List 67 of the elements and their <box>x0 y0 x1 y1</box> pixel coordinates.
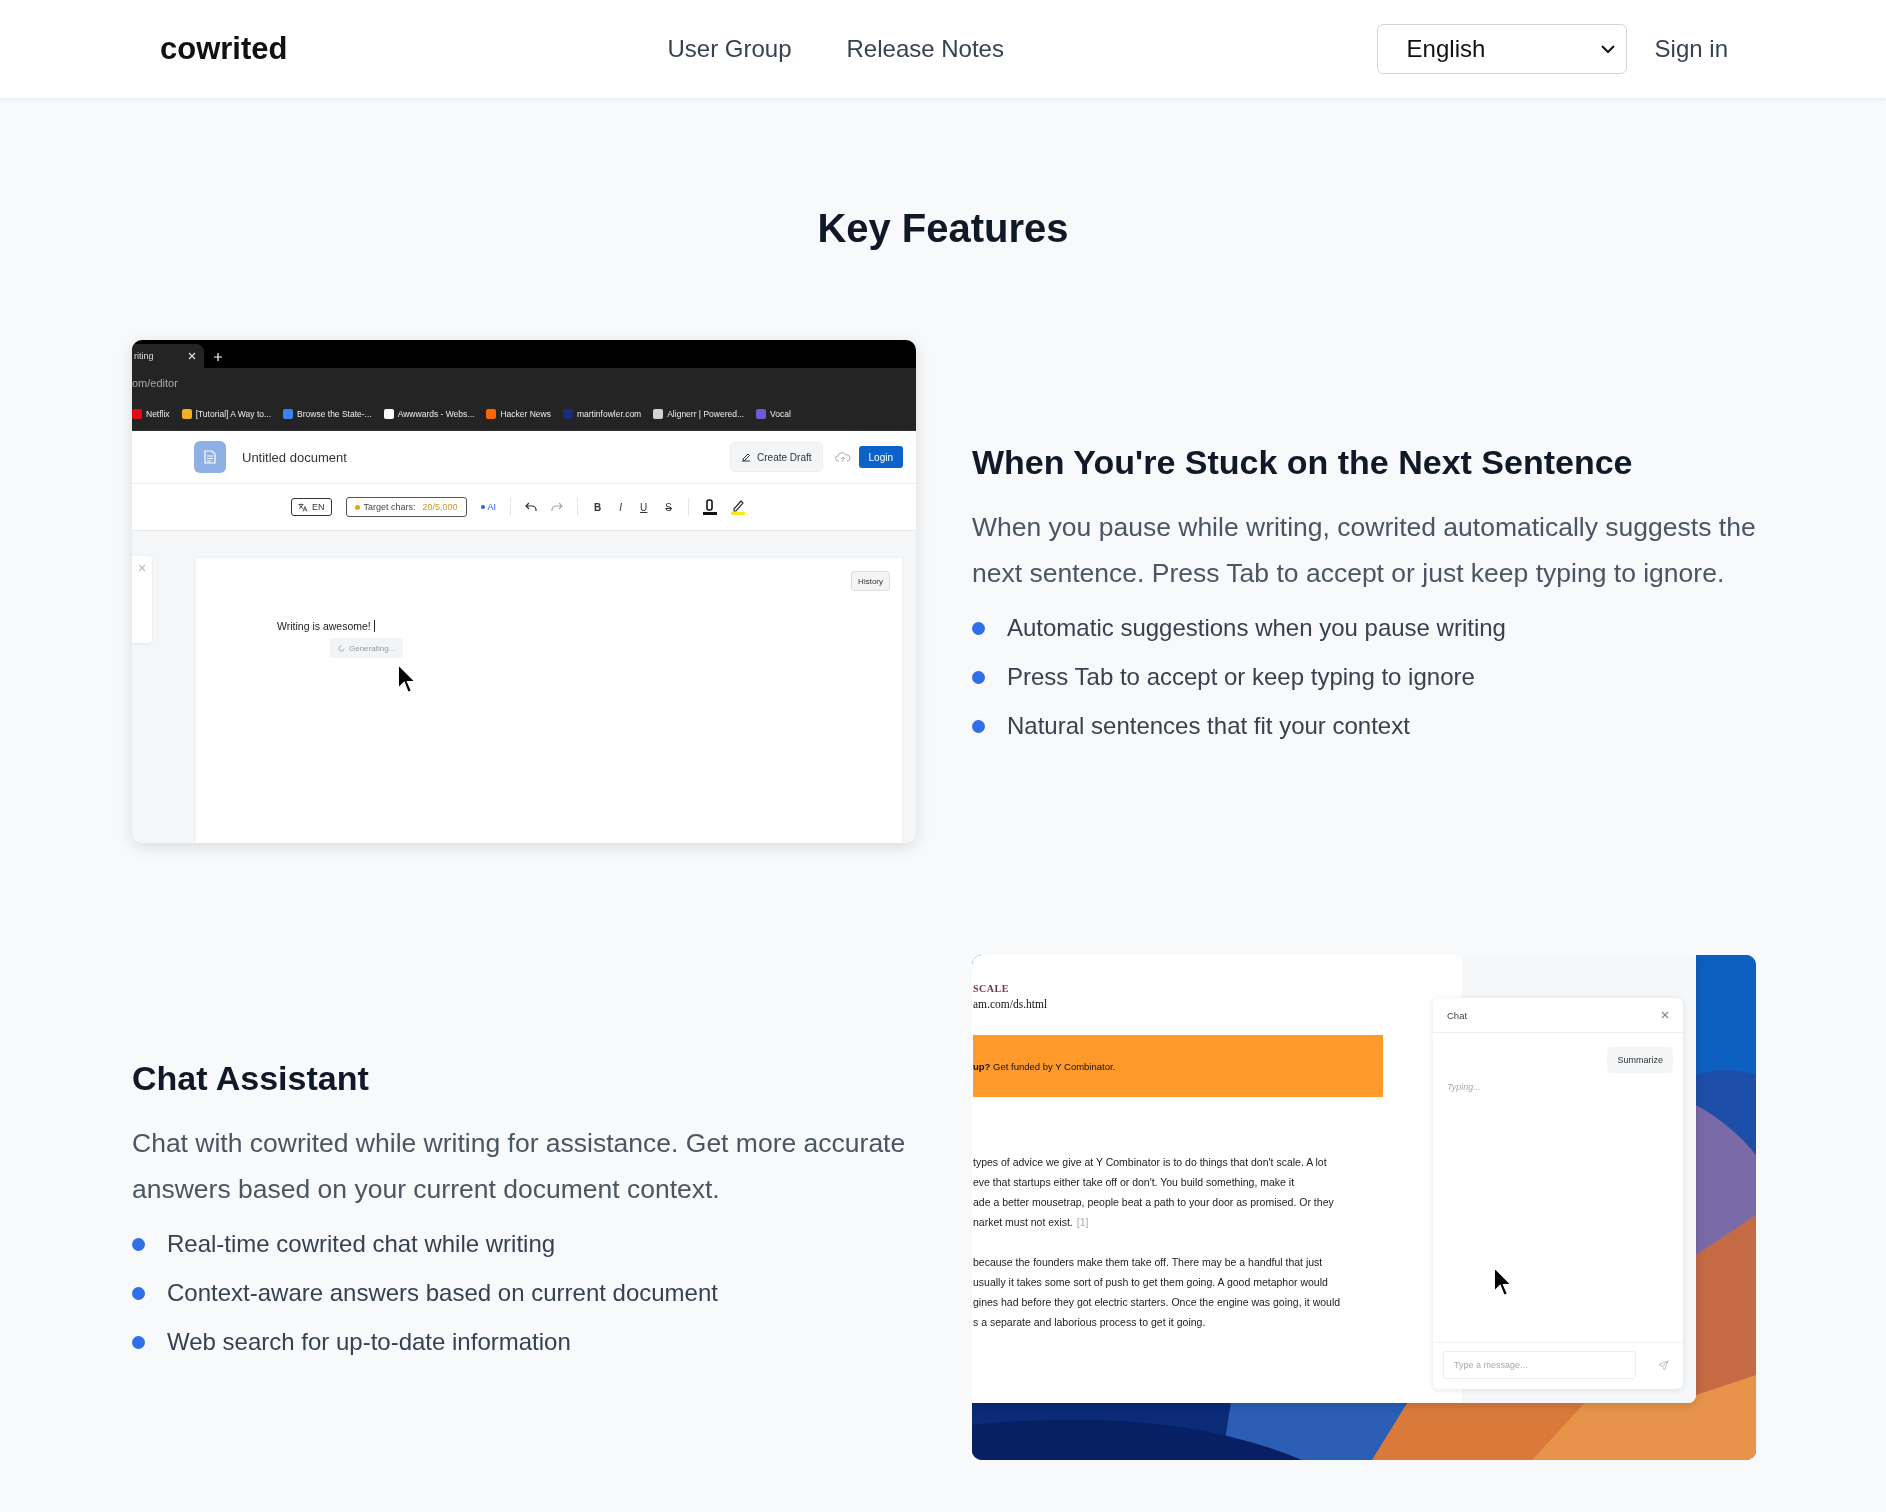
feature-bullet: Press Tab to accept or keep typing to ignore <box>1007 663 1475 691</box>
generating-indicator: Generating... <box>330 638 404 658</box>
feature-heading: When You're Stuck on the Next Sentence <box>972 443 1634 482</box>
bookmark[interactable]: martinfowler.com <box>562 409 642 419</box>
nav-link[interactable]: Release Notes <box>846 35 1004 63</box>
bullet-dot <box>972 670 985 684</box>
language-button[interactable]: EN <box>291 498 332 516</box>
undo-icon[interactable] <box>525 502 538 512</box>
section-title: Key Features <box>816 208 1070 248</box>
bookmark[interactable]: Netflix <box>132 409 170 419</box>
feature-bullet: Natural sentences that fit your context <box>1007 712 1410 740</box>
bullet-dot <box>972 719 985 733</box>
format-button[interactable]: B <box>592 501 604 513</box>
document-title[interactable]: Untitled document <box>242 449 347 465</box>
feature-description: Chat with cowrited while writing for assistance. Get more accurate answers based on your current document context. <box>132 1127 907 1206</box>
banner-text: up? Get funded by Y Combinator. <box>973 1060 1116 1072</box>
document-heading: SCALE <box>973 983 1010 994</box>
highlighter-icon[interactable] <box>731 499 745 515</box>
create-draft-button[interactable]: Create Draft <box>730 442 823 472</box>
feature-heading: Chat Assistant <box>132 1059 370 1098</box>
logo[interactable]: cowrited <box>160 31 288 67</box>
document-icon <box>194 441 226 473</box>
translate-icon <box>298 502 308 512</box>
document-line: ade a better mousetrap, people beat a path to your door as promised. Or they <box>973 1195 1335 1210</box>
feature-bullet: Automatic suggestions when you pause writing <box>1007 614 1506 642</box>
feature-description: When you pause while writing, cowrited automatically suggests the next sentence. Press Tab to accept or just keep typing to ignore. <box>972 511 1756 590</box>
feature-bullet: Context-aware answers based on current document <box>167 1279 718 1307</box>
feature-bullet: Web search for up-to-date information <box>167 1328 571 1356</box>
document-line: eve that startups either take off or don't. You build something, make it <box>973 1175 1296 1190</box>
login-button[interactable]: Login <box>858 446 903 468</box>
pencil-icon <box>741 452 752 462</box>
document-url: am.com/ds.html <box>973 998 1049 1010</box>
document-line: types of advice we give at Y Combinator is to do things that don't scale. A lot <box>973 1155 1328 1170</box>
bullet-dot <box>972 621 985 635</box>
document-line: usually it takes some sort of push to get them going. A good metaphor would <box>973 1275 1329 1290</box>
bullet-dot <box>132 1286 145 1300</box>
format-button[interactable]: U <box>638 501 650 513</box>
format-button[interactable]: S <box>663 501 674 513</box>
summarize-button[interactable]: Summarize <box>1607 1047 1673 1073</box>
bullet-dot <box>132 1237 145 1251</box>
bookmark[interactable]: [Tutorial] A Way to... <box>181 409 272 419</box>
feature-bullet: Real-time cowrited chat while writing <box>167 1230 556 1258</box>
document-line: s a separate and laborious process to get it going. <box>973 1315 1207 1330</box>
chat-title: Chat <box>1447 1009 1468 1021</box>
plus-icon[interactable] <box>214 353 222 361</box>
address-bar-text[interactable]: om/editor <box>132 377 178 389</box>
chevron-down-icon <box>1599 44 1616 54</box>
sign-in-link[interactable]: Sign in <box>1654 35 1728 63</box>
target-chars-badge[interactable]: Target chars: 20/5,000 <box>345 497 467 517</box>
nav-link[interactable]: User Group <box>667 35 792 63</box>
bookmark[interactable]: Alignerr | Powered... <box>653 409 745 419</box>
document-text: Writing is awesome! <box>277 620 375 632</box>
language-select[interactable]: English <box>1376 24 1627 74</box>
document-line: gines had before they got electric starters. Once the engine was going, it would <box>973 1295 1342 1310</box>
ai-toggle[interactable]: AI <box>480 502 497 512</box>
bookmark[interactable]: Awwwards - Webs... <box>383 409 475 419</box>
bookmark[interactable]: Browse the State-... <box>283 409 372 419</box>
bullet-dot <box>132 1335 145 1349</box>
browser-tab[interactable]: riting <box>132 344 204 368</box>
text-color-icon[interactable] <box>703 499 717 515</box>
document-line: because the founders make them take off. There may be a handful that just <box>973 1255 1324 1270</box>
typing-status: Typing... <box>1447 1082 1482 1092</box>
message-input[interactable]: Type a message... <box>1443 1351 1636 1379</box>
history-button[interactable]: History <box>851 571 890 591</box>
bookmark[interactable]: Hacker News <box>486 409 551 419</box>
bookmark[interactable]: Vocal <box>756 409 791 419</box>
format-button[interactable]: I <box>617 501 625 513</box>
